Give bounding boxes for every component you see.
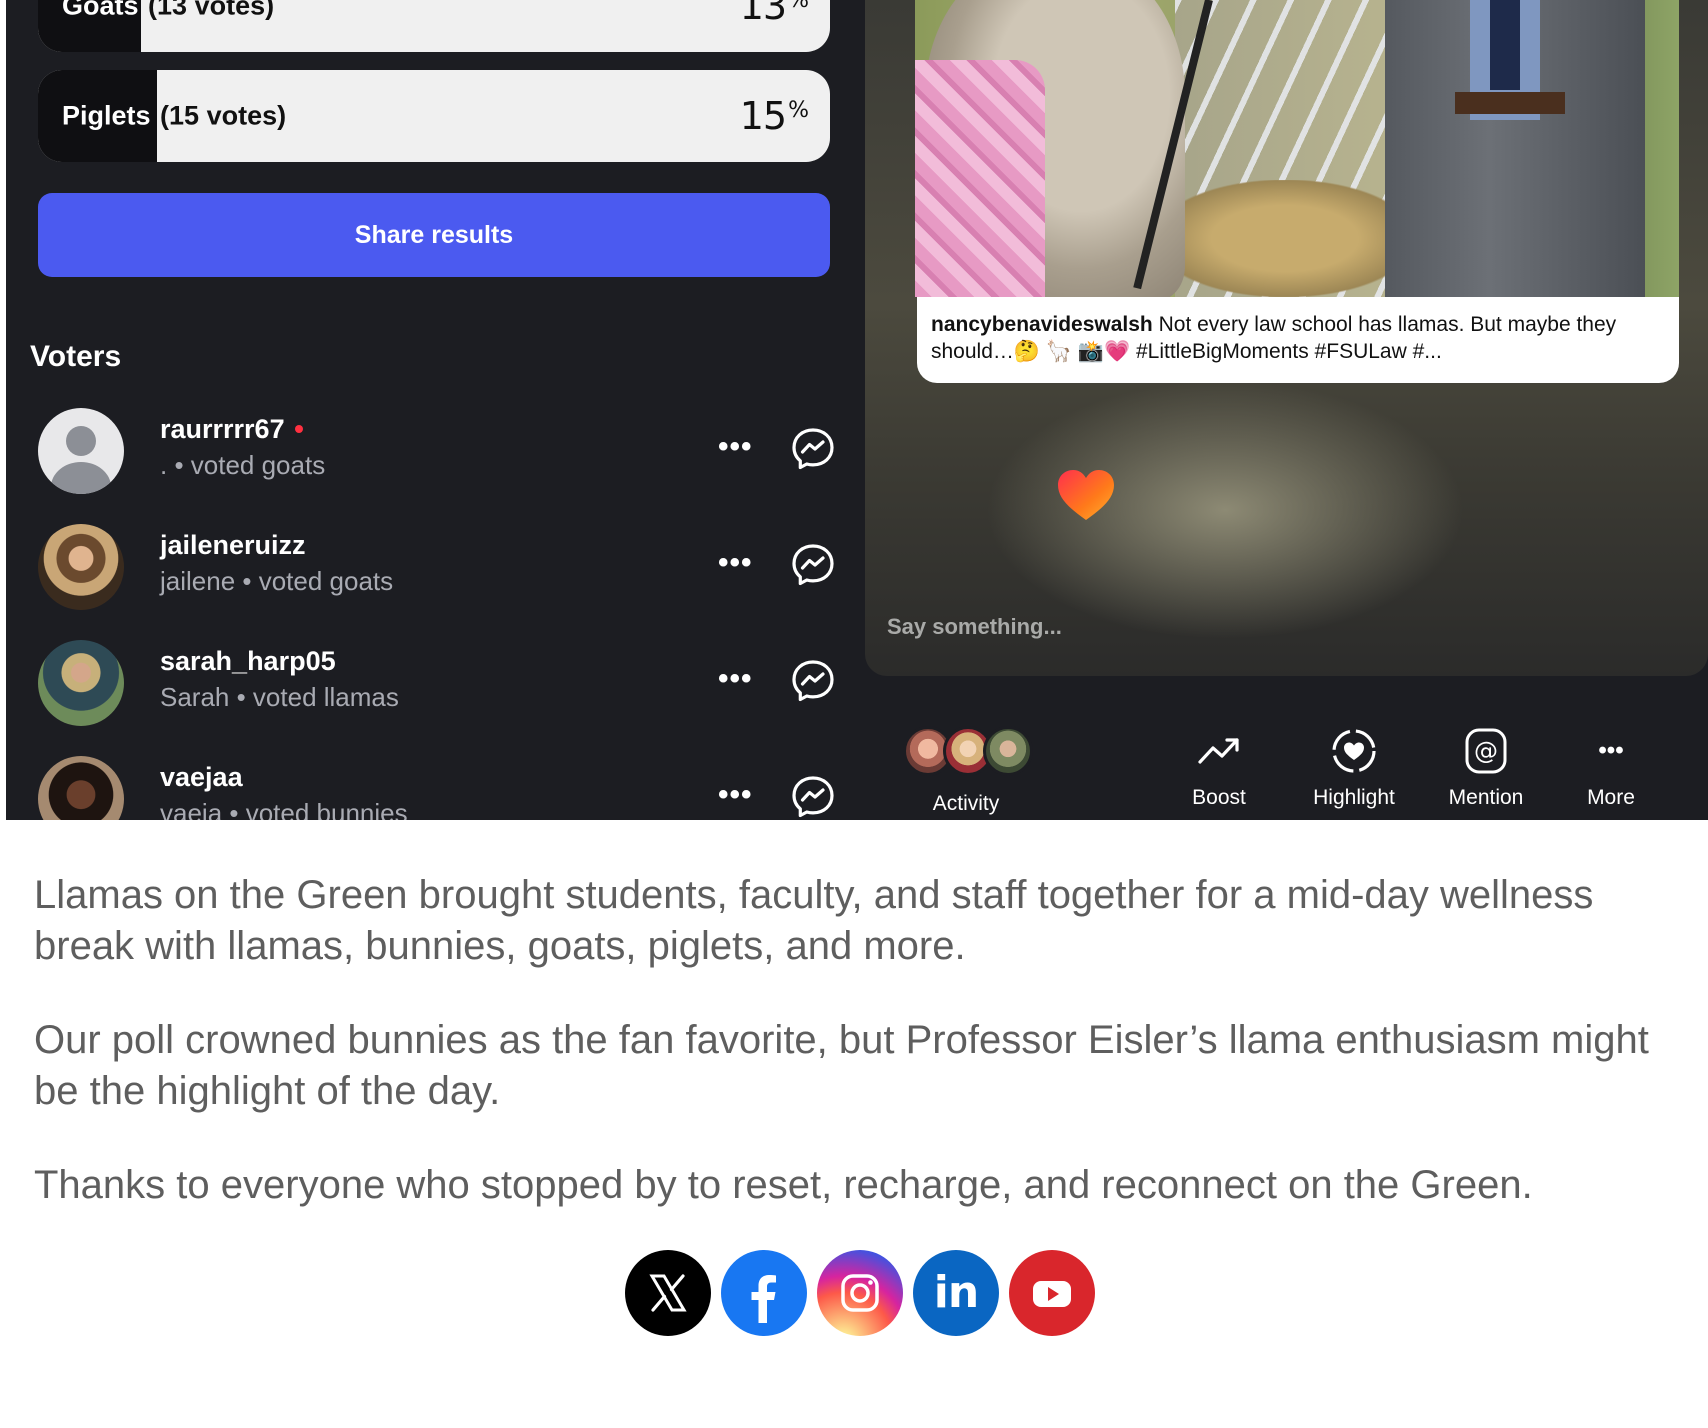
- mention-icon: @: [1465, 728, 1507, 774]
- story-view: nancybenavideswalsh Not every law school…: [865, 0, 1708, 676]
- youtube-icon[interactable]: [1009, 1250, 1095, 1336]
- highlight-icon: [1332, 729, 1376, 773]
- more-label: More: [1587, 786, 1635, 809]
- article-paragraph: Our poll crowned bunnies as the fan favo…: [34, 1018, 1649, 1113]
- boost-label: Boost: [1192, 786, 1246, 809]
- avatar: [38, 640, 124, 726]
- voter-row[interactable]: jaileneruizz jailene • voted goats •••: [38, 516, 838, 616]
- unread-dot: [294, 425, 303, 433]
- story-caption[interactable]: nancybenavideswalsh Not every law school…: [917, 297, 1679, 383]
- default-avatar: [38, 408, 124, 494]
- trending-up-icon: [1198, 738, 1239, 764]
- voter-row[interactable]: vaejaa vaeja • voted bunnies •••: [38, 748, 838, 820]
- mention-button[interactable]: @ Mention: [1431, 726, 1541, 810]
- more-options-icon[interactable]: •••: [718, 778, 753, 812]
- voter-subtitle: vaeja • voted bunnies: [160, 798, 408, 820]
- mention-label: Mention: [1448, 786, 1524, 809]
- article-body: Llamas on the Green brought students, fa…: [34, 870, 1674, 1254]
- poll-option-name: Goats: [62, 0, 139, 21]
- reply-input[interactable]: Say something...: [887, 614, 1062, 640]
- voter-username: raurrrrr67: [160, 414, 303, 445]
- x-icon[interactable]: [625, 1250, 711, 1336]
- messenger-icon[interactable]: [790, 542, 836, 588]
- poll-option-goats: Goats (13 votes) 13%: [38, 0, 830, 52]
- caption-handle: nancybenavideswalsh: [931, 313, 1153, 336]
- article-paragraph: Thanks to everyone who stopped by to res…: [34, 1163, 1533, 1207]
- more-options-icon[interactable]: •••: [718, 662, 753, 696]
- voter-username: sarah_harp05: [160, 646, 336, 676]
- story-photo: [915, 0, 1679, 297]
- story-toolbar: Activity Boost Highlight @ Mention ••• M…: [861, 700, 1708, 820]
- share-results-button[interactable]: Share results: [38, 193, 830, 277]
- voter-subtitle: Sarah • voted llamas: [160, 682, 399, 712]
- activity-avatars[interactable]: [903, 726, 1063, 776]
- svg-text:@: @: [1474, 737, 1498, 765]
- linkedin-icon[interactable]: in: [913, 1250, 999, 1336]
- boost-button[interactable]: Boost: [1169, 726, 1269, 810]
- activity-button[interactable]: Activity: [911, 792, 1021, 816]
- poll-option-name: Piglets: [62, 100, 151, 131]
- avatar: [38, 756, 124, 820]
- voters-heading: Voters: [30, 340, 122, 373]
- story-panel: nancybenavideswalsh Not every law school…: [861, 0, 1708, 820]
- voter-username: jaileneruizz: [160, 530, 306, 560]
- voter-row[interactable]: raurrrrr67 . • voted goats •••: [38, 400, 838, 500]
- heart-icon: [1058, 470, 1114, 520]
- poll-option-percent: 15%: [739, 94, 809, 138]
- voter-username: vaejaa: [160, 762, 243, 792]
- messenger-icon[interactable]: [790, 658, 836, 704]
- highlight-button[interactable]: Highlight: [1294, 726, 1414, 810]
- instagram-screenshot: Goats (13 votes) 13% Piglets (15 votes) …: [6, 0, 1708, 820]
- messenger-icon[interactable]: [790, 426, 836, 472]
- poll-results-panel: Goats (13 votes) 13% Piglets (15 votes) …: [6, 0, 861, 820]
- highlight-label: Highlight: [1313, 786, 1395, 809]
- more-button[interactable]: ••• More: [1561, 726, 1661, 810]
- more-options-icon[interactable]: •••: [718, 546, 753, 580]
- article-paragraph: Llamas on the Green brought students, fa…: [34, 873, 1594, 968]
- messenger-icon[interactable]: [790, 774, 836, 820]
- instagram-icon[interactable]: [817, 1250, 903, 1336]
- poll-option-votes: (13 votes): [148, 0, 275, 21]
- poll-option-percent: 13%: [739, 0, 809, 28]
- poll-option-votes: (15 votes): [160, 100, 287, 131]
- facebook-icon[interactable]: [721, 1250, 807, 1336]
- voter-row[interactable]: sarah_harp05 Sarah • voted llamas •••: [38, 632, 838, 732]
- voter-subtitle: jailene • voted goats: [160, 566, 394, 596]
- avatar: [38, 524, 124, 610]
- poll-option-piglets: Piglets (15 votes) 15%: [38, 70, 830, 162]
- more-options-icon[interactable]: •••: [718, 430, 753, 464]
- voter-subtitle: . • voted goats: [160, 450, 326, 480]
- more-icon: •••: [1598, 737, 1624, 764]
- social-share-bar: in: [625, 1250, 1095, 1336]
